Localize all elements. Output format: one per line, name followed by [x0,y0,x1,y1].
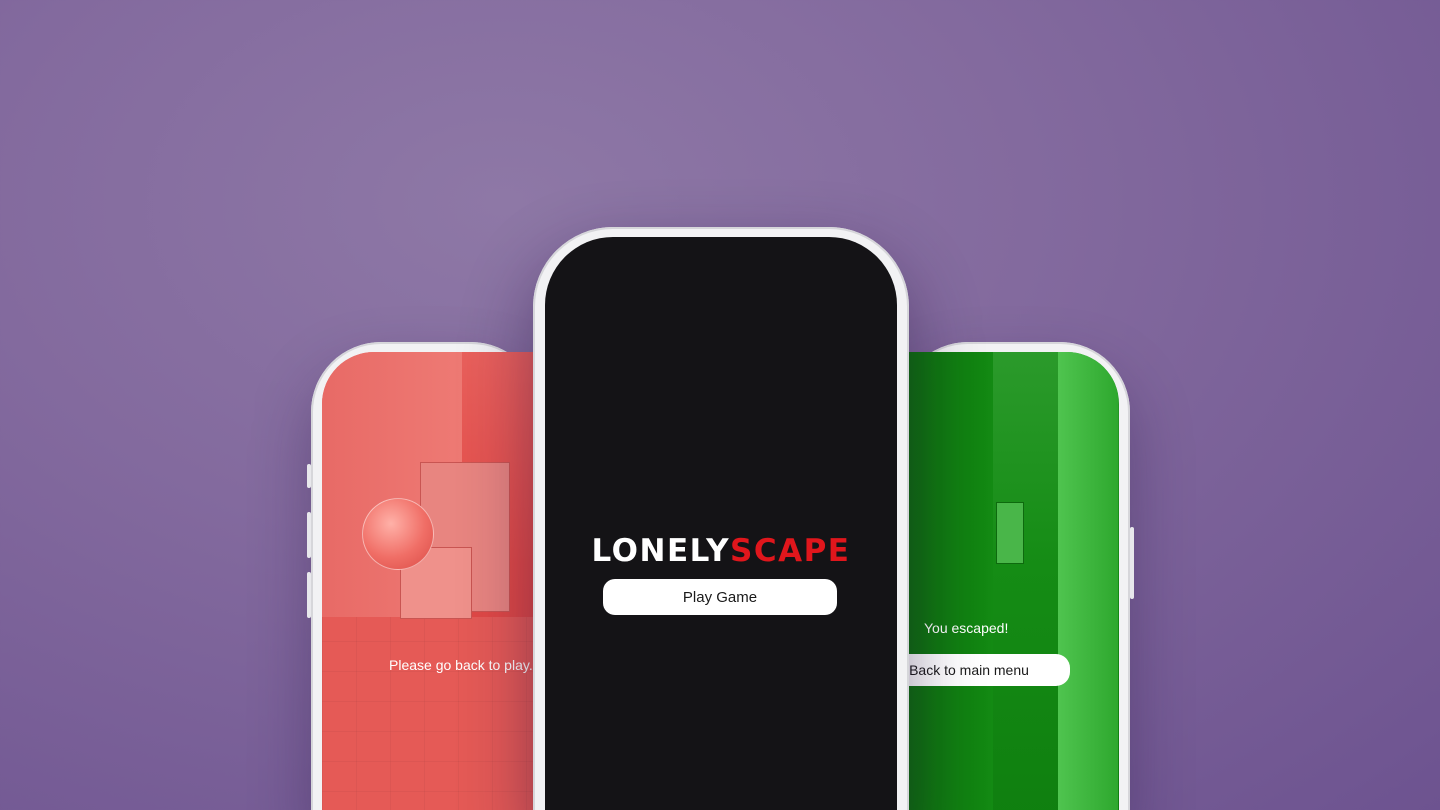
logo-part-lonely: LONELY [591,533,731,569]
side-button [307,512,311,558]
escape-message: You escaped! [924,620,1009,636]
logo-part-scape: SCAPE [730,533,851,569]
app-logo: LONELYSCAPE [545,533,897,569]
side-button [307,464,311,488]
side-button [1130,527,1134,599]
center-phone: LONELYSCAPE Play Game [533,227,909,810]
ar-sphere [362,498,434,570]
window [996,502,1024,564]
back-to-main-menu-button[interactable]: Back to main menu [898,654,1070,686]
ar-camera-view-red [322,352,541,810]
floor [322,617,541,810]
play-game-button[interactable]: Play Game [603,579,837,615]
center-phone-screen: LONELYSCAPE Play Game [545,237,897,810]
play-area-warning: Please go back to play. [389,657,533,673]
ar-camera-view-green [898,352,1119,810]
door [898,352,993,810]
left-phone-screen: Please go back to play. [322,352,541,810]
left-phone: Please go back to play. [307,342,541,810]
side-button [307,572,311,618]
right-phone-screen: You escaped! Back to main menu [898,352,1119,810]
window-light [1058,352,1118,810]
right-phone: You escaped! Back to main menu [898,342,1134,810]
